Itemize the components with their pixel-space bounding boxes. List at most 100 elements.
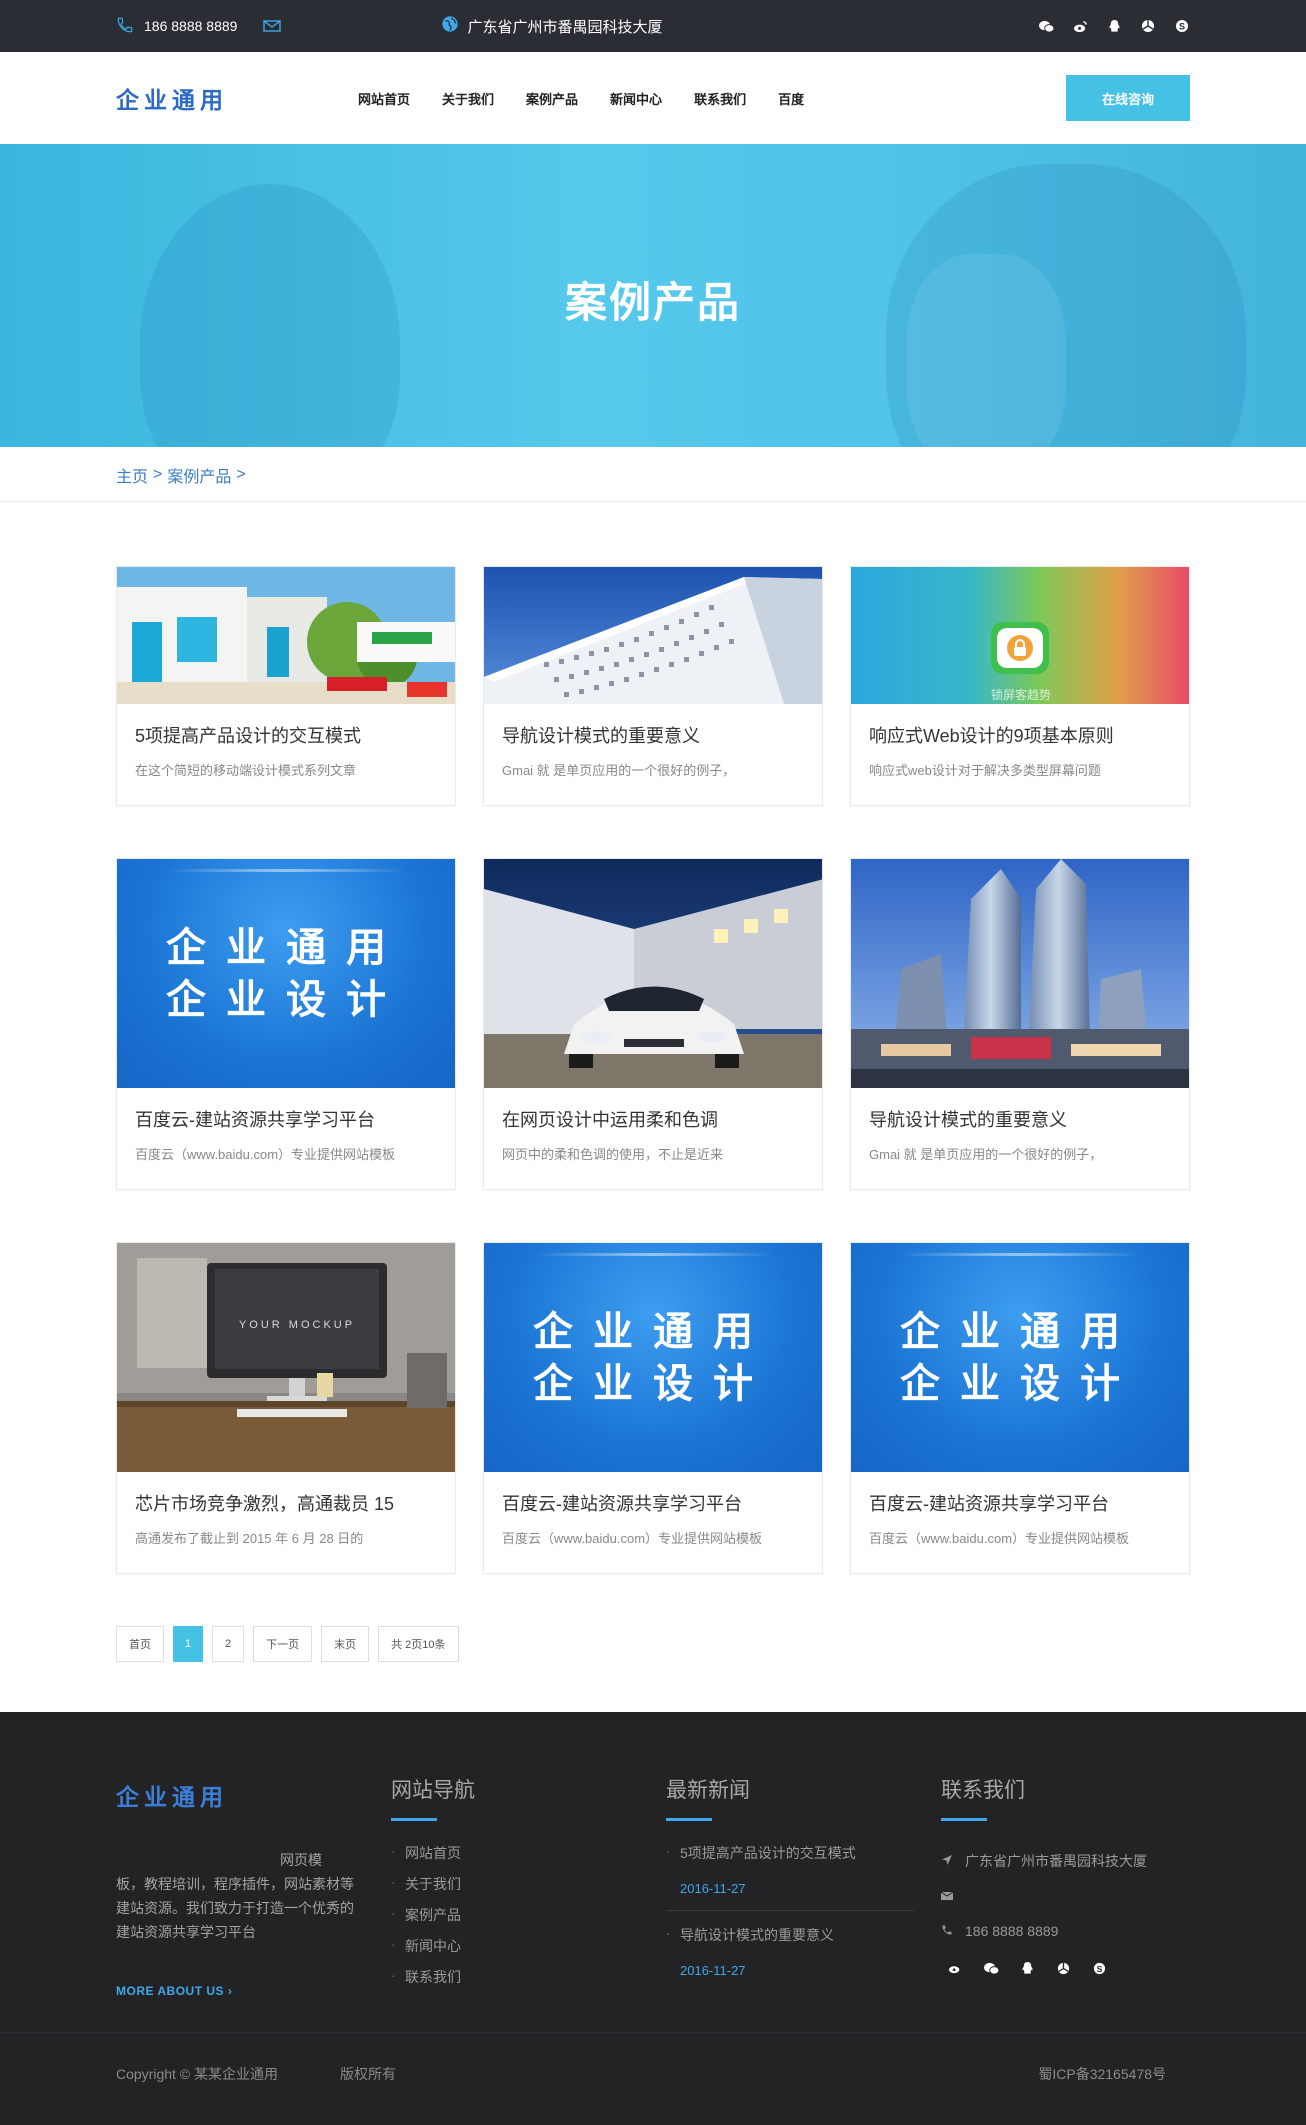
footer-nav-item[interactable]: 新闻中心 <box>391 1936 666 1967</box>
case-thumbnail[interactable] <box>117 567 455 704</box>
breadcrumb-current[interactable]: 案例产品 <box>167 463 231 487</box>
qq-icon[interactable] <box>1106 18 1122 34</box>
online-consult-button[interactable]: 在线咨询 <box>1066 75 1190 121</box>
footer-address-text: 广东省广州市番禺园科技大厦 <box>965 1852 1147 1869</box>
footer-nav: 网站导航 网站首页 关于我们 案例产品 新闻中心 联系我们 <box>391 1774 666 2006</box>
page-number[interactable]: 2 <box>212 1626 245 1662</box>
aperture-icon[interactable] <box>1055 1960 1071 1976</box>
brand-image: 企业通用 企业设计 <box>484 1243 822 1472</box>
page-first[interactable]: 首页 <box>116 1626 164 1662</box>
case-description: 网页中的柔和色调的使用，不止是近来 <box>502 1147 724 1162</box>
footer-news-title-link[interactable]: 导航设计模式的重要意义 <box>666 1925 914 1945</box>
footer-about-text: 网页模 板，教程培训，程序插件，网站素材等建站资源。我们致力于打造一个优秀的建站资… <box>116 1848 361 1944</box>
case-card[interactable]: 锁屏客趋势 响应式Web设计的9项基本原则 响应式web设计对于解决多类型屏幕问… <box>850 566 1190 806</box>
brand-line: 企业设计 <box>900 1361 1140 1406</box>
case-card[interactable]: 导航设计模式的重要意义 Gmai 就 是单页应用的一个很好的例子， <box>850 858 1190 1190</box>
case-title[interactable]: 百度云-建站资源共享学习平台 <box>502 1490 804 1516</box>
aperture-icon[interactable] <box>1140 18 1156 34</box>
footer-nav-item[interactable]: 网站首页 <box>391 1843 666 1874</box>
case-thumbnail[interactable] <box>484 567 822 704</box>
case-title[interactable]: 百度云-建站资源共享学习平台 <box>135 1106 437 1132</box>
breadcrumb-separator: > <box>236 465 246 483</box>
thumb-caption: YOUR MOCKUP <box>239 1319 355 1331</box>
footer-news-title-link[interactable]: 5项提高产品设计的交互模式 <box>666 1843 914 1863</box>
case-thumbnail[interactable]: 企业通用 企业设计 <box>851 1243 1189 1472</box>
case-thumbnail[interactable]: 企业通用 企业设计 <box>484 1243 822 1472</box>
icp-number[interactable]: 蜀ICP备32165478号 <box>1038 2064 1166 2084</box>
nav-home[interactable]: 网站首页 <box>358 89 410 108</box>
footer-news-title: 最新新闻 <box>666 1779 750 1802</box>
qq-icon[interactable] <box>1019 1960 1035 1976</box>
page-last[interactable]: 末页 <box>321 1626 370 1662</box>
footer-title-underline <box>391 1818 437 1821</box>
wechat-icon[interactable] <box>1038 18 1054 34</box>
case-thumbnail[interactable] <box>851 859 1189 1088</box>
case-thumbnail[interactable]: YOUR MOCKUP <box>117 1243 455 1472</box>
nav-baidu[interactable]: 百度 <box>778 89 804 108</box>
brand-line: 企业通用 <box>533 1309 773 1354</box>
footer-nav-item[interactable]: 联系我们 <box>391 1967 666 1998</box>
case-description: 在这个简短的移动端设计模式系列文章 <box>135 763 357 778</box>
case-title[interactable]: 百度云-建站资源共享学习平台 <box>869 1490 1171 1516</box>
mail-icon[interactable] <box>263 19 282 33</box>
skype-icon[interactable]: S <box>1174 18 1190 34</box>
site-footer: 企业通用 网页模 板，教程培训，程序插件，网站素材等建站资源。我们致力于打造一个优… <box>0 1712 1306 2125</box>
pagination: 首页 1 2 下一页 末页 共 2页10条 <box>116 1626 1190 1662</box>
case-card[interactable]: 导航设计模式的重要意义 Gmai 就 是单页应用的一个很好的例子， <box>483 566 823 806</box>
breadcrumb-separator: > <box>153 465 163 483</box>
case-card[interactable]: YOUR MOCKUP 芯片市场竞争激烈，高通裁员 15 高通发布了截止到 20… <box>116 1242 456 1574</box>
nav-cases[interactable]: 案例产品 <box>526 89 578 108</box>
top-bar: 186 8888 8889 广东省广州市番禺园科技大厦 S <box>0 0 1306 52</box>
case-title[interactable]: 在网页设计中运用柔和色调 <box>502 1106 804 1132</box>
footer-news: 最新新闻 5项提高产品设计的交互模式 2016-11-27 导航设计模式的重要意… <box>666 1774 941 2006</box>
case-description: 百度云（www.baidu.com）专业提供网站模板 <box>502 1531 763 1546</box>
case-thumbnail[interactable] <box>484 859 822 1088</box>
nav-about[interactable]: 关于我们 <box>442 89 494 108</box>
case-card[interactable]: 在网页设计中运用柔和色调 网页中的柔和色调的使用，不止是近来 <box>483 858 823 1190</box>
footer-divider <box>0 2032 1306 2033</box>
footer-nav-item[interactable]: 关于我们 <box>391 1874 666 1905</box>
rights-reserved: 版权所有 <box>340 2066 397 2082</box>
nav-news[interactable]: 新闻中心 <box>610 89 662 108</box>
footer-logo[interactable]: 企业通用 <box>116 1778 391 1812</box>
weibo-icon[interactable] <box>947 1960 963 1976</box>
footer-phone-text: 186 8888 8889 <box>965 1922 1059 1939</box>
footer-news-date: 2016-11-27 <box>680 1881 746 1896</box>
case-title[interactable]: 5项提高产品设计的交互模式 <box>135 722 437 748</box>
footer-about-line: 网页模 <box>280 1852 322 1868</box>
page-number-current[interactable]: 1 <box>173 1626 203 1662</box>
page-next[interactable]: 下一页 <box>253 1626 313 1662</box>
case-description: 响应式web设计对于解决多类型屏幕问题 <box>869 763 1101 778</box>
case-title[interactable]: 导航设计模式的重要意义 <box>869 1106 1171 1132</box>
case-card[interactable]: 企业通用 企业设计 百度云-建站资源共享学习平台 百度云（www.baidu.c… <box>850 1242 1190 1574</box>
case-title[interactable]: 导航设计模式的重要意义 <box>502 722 804 748</box>
footer-contact-title: 联系我们 <box>941 1779 1025 1802</box>
case-card[interactable]: 企业通用 企业设计 百度云-建站资源共享学习平台 百度云（www.baidu.c… <box>483 1242 823 1574</box>
case-card[interactable]: 企业通用 企业设计 百度云-建站资源共享学习平台 百度云（www.baidu.c… <box>116 858 456 1190</box>
weibo-icon[interactable] <box>1072 18 1088 34</box>
more-about-link[interactable]: MORE ABOUT US › <box>116 1984 391 1998</box>
site-logo[interactable]: 企业通用 <box>116 81 228 115</box>
footer-nav-item[interactable]: 案例产品 <box>391 1905 666 1936</box>
footer-news-item[interactable]: 5项提高产品设计的交互模式 2016-11-27 <box>666 1843 914 1911</box>
globe-icon <box>441 15 459 37</box>
main-nav: 网站首页 关于我们 案例产品 新闻中心 联系我们 百度 <box>358 89 804 108</box>
footer-email <box>940 1878 1190 1913</box>
case-title[interactable]: 芯片市场竞争激烈，高通裁员 15 <box>135 1490 437 1516</box>
topbar-phone: 186 8888 8889 <box>116 16 237 37</box>
brand-line: 企业通用 <box>166 925 406 970</box>
wechat-icon[interactable] <box>983 1960 999 1976</box>
footer-title-underline <box>666 1818 712 1821</box>
case-thumbnail[interactable]: 企业通用 企业设计 <box>117 859 455 1088</box>
footer-news-item[interactable]: 导航设计模式的重要意义 2016-11-27 <box>666 1925 914 1992</box>
brand-line: 企业通用 <box>900 1309 1140 1354</box>
footer-bottom: Copyright © 某某企业通用 版权所有 蜀ICP备32165478号 <box>116 2064 1166 2084</box>
case-thumbnail[interactable]: 锁屏客趋势 <box>851 567 1189 704</box>
breadcrumb-home[interactable]: 主页 <box>116 463 148 487</box>
skype-icon[interactable]: S <box>1091 1960 1107 1976</box>
case-card[interactable]: 5项提高产品设计的交互模式 在这个简短的移动端设计模式系列文章 <box>116 566 456 806</box>
case-title[interactable]: 响应式Web设计的9项基本原则 <box>869 722 1171 748</box>
site-header: 企业通用 网站首页 关于我们 案例产品 新闻中心 联系我们 百度 在线咨询 <box>0 52 1306 144</box>
nav-contact[interactable]: 联系我们 <box>694 89 746 108</box>
banner-title: 案例产品 <box>564 279 741 326</box>
